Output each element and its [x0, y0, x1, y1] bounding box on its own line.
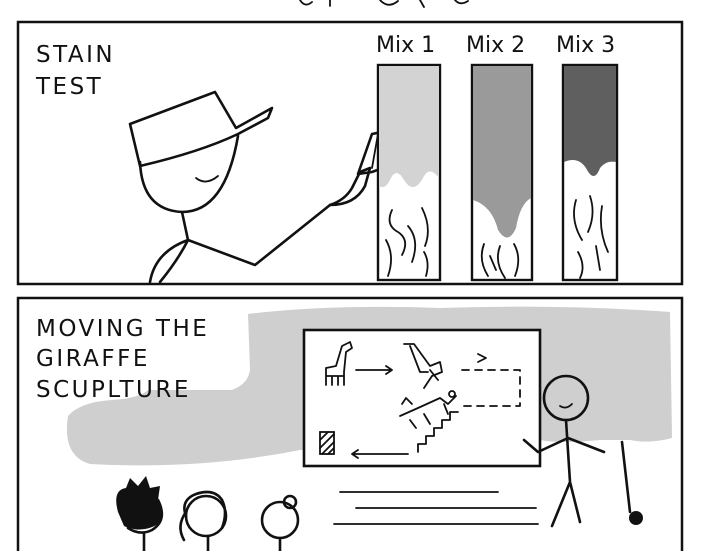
mix-label-1: Mix 1 — [376, 33, 435, 58]
caption-line-2: GIRAFFE — [36, 346, 150, 372]
wood-sample-2 — [470, 63, 534, 282]
wood-sample-3 — [561, 63, 619, 282]
whiteboard — [302, 328, 542, 468]
caption-line-2: TEST — [35, 74, 103, 100]
audience — [116, 476, 300, 551]
pointer-stick — [620, 440, 643, 525]
smile — [195, 175, 219, 183]
head — [138, 134, 240, 214]
cap — [128, 90, 274, 168]
stick-figure-painter — [128, 90, 332, 284]
scribble-lines — [333, 491, 539, 525]
hatched-box-icon — [319, 431, 335, 455]
mix-label-2: Mix 2 — [466, 33, 525, 58]
mix-label-3: Mix 3 — [556, 33, 615, 58]
caption-line-1: MOVING THE — [36, 316, 209, 342]
caption-line-3: SCUPLTURE — [36, 377, 191, 403]
audience-person-bun — [260, 494, 300, 551]
cropped-top-text — [299, 0, 469, 8]
panel-moving-giraffe: MOVING THE GIRAFFE SCUPLTURE — [16, 296, 684, 551]
caption-line-1: STAIN — [36, 42, 115, 68]
shoulders — [148, 203, 332, 284]
stain-mix-1 — [379, 66, 439, 188]
neck-body — [180, 210, 190, 242]
audience-person-ponytail — [179, 490, 228, 551]
stain-mix-3 — [564, 66, 616, 176]
comic: STAIN TEST Mix 1 Mix 2 Mix 3 MOVING THE … — [16, 0, 684, 551]
audience-person-spiky — [116, 476, 164, 551]
panel-stain-test: STAIN TEST Mix 1 Mix 2 Mix 3 — [16, 20, 684, 286]
wood-sample-1 — [376, 63, 442, 282]
